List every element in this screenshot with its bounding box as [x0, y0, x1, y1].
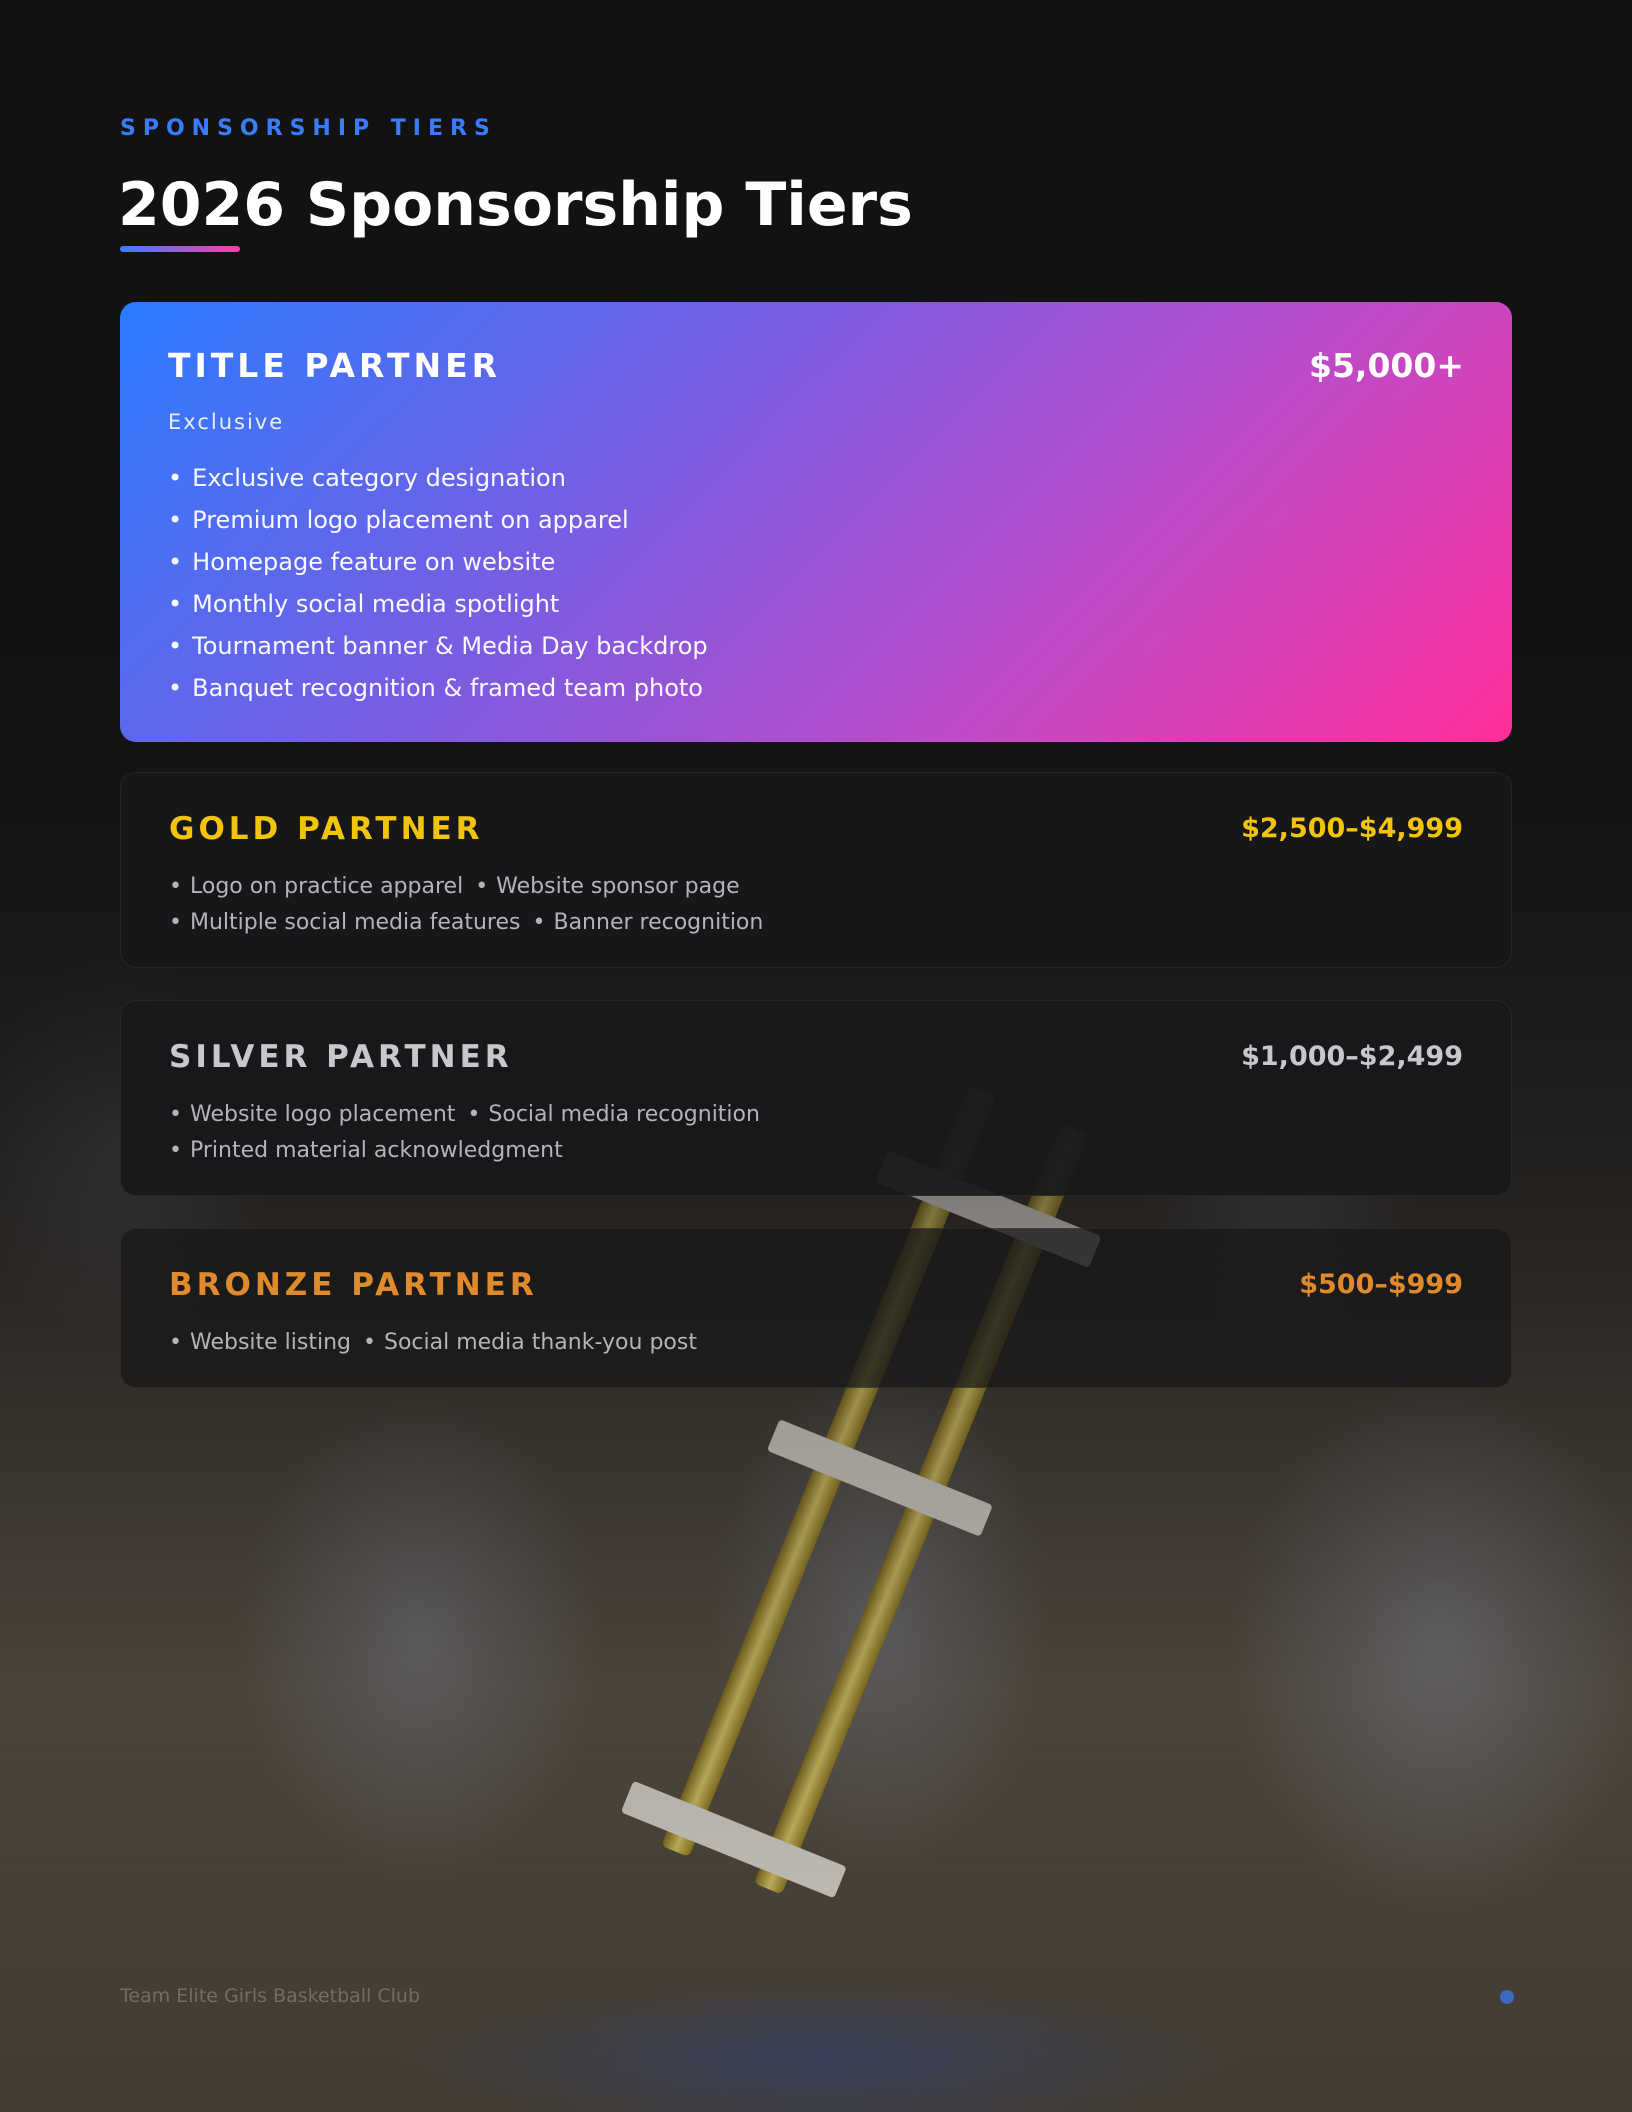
- tier-card-bronze-partner: BRONZE PARTNER $500–$999 Website listing…: [120, 1228, 1512, 1388]
- tier-name: GOLD PARTNER: [169, 811, 484, 847]
- benefit-item: Website listing: [169, 1330, 351, 1355]
- tier-card-silver-partner: SILVER PARTNER $1,000–$2,499 Website log…: [120, 1000, 1512, 1196]
- benefit-line: Website logo placement Social media recog…: [169, 1097, 760, 1133]
- tier-price: $500–$999: [1299, 1269, 1463, 1300]
- benefit-item: Social media thank-you post: [363, 1330, 697, 1355]
- footer-club-name: Team Elite Girls Basketball Club: [120, 1985, 421, 2007]
- tier-price: $2,500–$4,999: [1241, 813, 1463, 844]
- benefit-lines: Website logo placement Social media recog…: [169, 1097, 760, 1169]
- tier-price: $5,000+: [1309, 346, 1464, 385]
- trophy-image: [620, 1074, 1116, 1905]
- footer-dot-icon: [1500, 1990, 1514, 2004]
- tier-card-gold-partner: GOLD PARTNER $2,500–$4,999 Logo on pract…: [120, 772, 1512, 968]
- tier-name: TITLE PARTNER: [168, 346, 502, 385]
- benefit-line: Printed material acknowledgment: [169, 1133, 760, 1169]
- benefit-item: Social media recognition: [467, 1102, 760, 1127]
- benefit-item: Banquet recognition & framed team photo: [168, 667, 708, 709]
- benefit-item: Premium logo placement on apparel: [168, 499, 708, 541]
- tier-name: SILVER PARTNER: [169, 1039, 513, 1075]
- title-underline: [120, 246, 240, 252]
- benefit-item: Exclusive category designation: [168, 457, 708, 499]
- benefit-item: Tournament banner & Media Day backdrop: [168, 625, 707, 667]
- benefit-item: Homepage feature on website: [168, 541, 708, 583]
- benefit-line: Multiple social media features Banner rec…: [169, 905, 763, 941]
- benefit-item: Logo on practice apparel: [169, 874, 463, 899]
- section-eyebrow: SPONSORSHIP TIERS: [120, 116, 497, 141]
- tier-name: BRONZE PARTNER: [169, 1267, 538, 1303]
- benefit-item: Website logo placement: [169, 1102, 455, 1127]
- benefit-item: Banner recognition: [533, 910, 764, 935]
- benefit-lines: Website listing Social media thank-you po…: [169, 1325, 697, 1361]
- benefit-item: Monthly social media spotlight: [168, 583, 708, 625]
- benefit-lines: Logo on practice apparel Website sponsor …: [169, 869, 763, 941]
- benefit-item: Website sponsor page: [475, 874, 739, 899]
- tier-price: $1,000–$2,499: [1241, 1041, 1463, 1072]
- page-title: 2026 Sponsorship Tiers: [118, 170, 913, 240]
- benefit-list: Exclusive category designation Premium l…: [168, 457, 708, 709]
- benefit-line: Logo on practice apparel Website sponsor …: [169, 869, 763, 905]
- tier-card-title-partner: TITLE PARTNER $5,000+ Exclusive Exclusiv…: [120, 302, 1512, 742]
- benefit-item: Multiple social media features: [169, 910, 521, 935]
- benefit-line: Website listing Social media thank-you po…: [169, 1325, 697, 1361]
- tier-subtitle: Exclusive: [168, 410, 285, 434]
- benefit-item: Printed material acknowledgment: [169, 1138, 563, 1163]
